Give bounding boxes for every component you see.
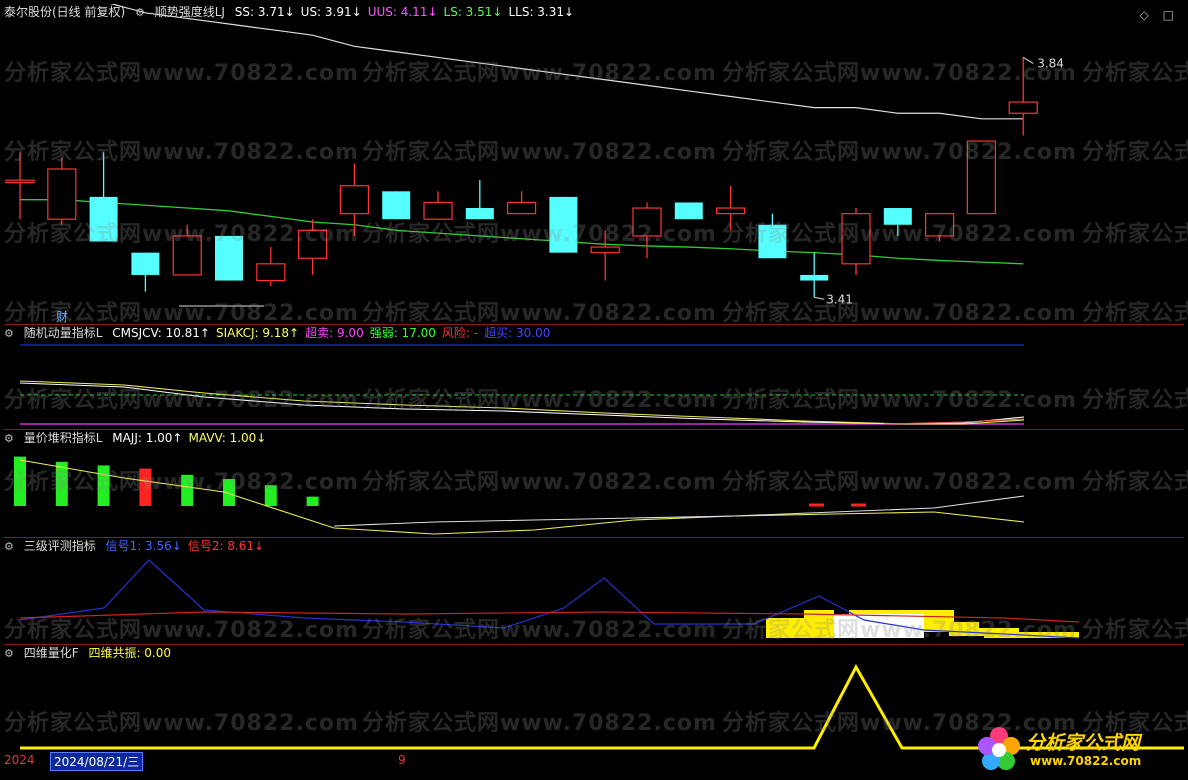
candle-body [549,196,578,253]
volume-bar [97,465,110,506]
candle-body [590,246,620,254]
main-chart-panel[interactable]: 泰尔股份(日线 前复权) ⚙ 顺势强度线LJ SS: 3.71↓ US: 3.91… [4,4,1184,325]
low-pointer [814,296,825,300]
majj-line [333,495,1025,527]
candle-body [465,208,494,220]
candle-body [298,229,328,259]
volume-price-header: ⚙ 量价堆积指标L MAJJ: 1.00↑ MAVV: 1.00↓ [4,430,278,446]
square-icon[interactable]: □ [1163,8,1174,22]
three-level-panel[interactable]: ⚙ 三级评测指标 信号1: 3.56↓ 信号2: 8.61↓ [4,538,1184,645]
four-dim-header: ⚙ 四维量化F 四维共振: 0.00 [4,645,183,661]
stochastic-item: SIAKCJ: 9.18↑ [215,326,300,340]
volume-bar [139,468,152,506]
volume-price-panel[interactable]: ⚙ 量价堆积指标L MAJJ: 1.00↑ MAVV: 1.00↓ [4,430,1184,538]
logo-name: 分析家公式网 [1026,732,1141,754]
indicator-name[interactable]: 顺势强度线LJ [155,5,225,19]
volume-price-item: MAJJ: 1.00↑ [112,431,183,445]
high-price-label: 3.84 [1037,56,1064,70]
main-indicator-item: SS: 3.71↓ [234,5,295,19]
candle-body [966,140,997,215]
stochastic-name[interactable]: 随机动量指标L [24,326,103,340]
mavv-line [19,459,1025,535]
four-dim-name[interactable]: 四维量化F [24,646,79,660]
main-indicator-item: LS: 3.51↓ [443,5,503,19]
finance-marker[interactable]: 财 [56,308,68,324]
gear-icon[interactable]: ⚙ [4,432,14,445]
candle-body [423,201,453,220]
signal-block-white [834,614,924,638]
stochastic-item: 超卖: 9.00 [305,326,364,340]
stochastic-item: 强弱: 17.00 [369,326,436,340]
status-year: 2024 [4,753,35,767]
candle-body [215,235,243,281]
volume-bar [14,456,26,506]
gear-icon[interactable]: ⚙ [4,647,14,660]
candle-body [89,196,118,242]
gear-icon[interactable]: ⚙ [4,540,14,553]
white-trend-line [109,4,1024,120]
stochastic-item: 超买: 30.00 [484,326,551,340]
candle-body [715,207,746,215]
volume-price-name[interactable]: 量价堆积指标L [24,431,103,445]
candle-body [758,224,787,259]
volume-price-chart [14,456,1025,535]
status-number: 9 [398,753,406,767]
candle-body [172,235,202,276]
candle-body [674,202,703,220]
high-pointer [1022,57,1034,64]
candle-body [256,263,286,282]
candlestick-chart: 3.84 3.41 [5,4,1064,307]
three-level-name[interactable]: 三级评测指标 [24,539,96,553]
candle-body [883,208,912,225]
candle-body [131,252,160,275]
candle-body [1008,101,1038,114]
logo-url: www.70822.com [1030,754,1142,768]
candle-body [507,201,537,215]
flower-icon [978,727,1020,770]
candle-body [841,213,871,265]
stochastic-item: CMSJCV: 10.81↑ [112,326,210,340]
main-panel-header: 泰尔股份(日线 前复权) ⚙ 顺势强度线LJ SS: 3.71↓ US: 3.91… [4,4,586,20]
four-dim-item: 四维共振: 0.00 [88,646,172,660]
candle-body [800,274,829,281]
diamond-icon[interactable]: ◇ [1140,8,1149,22]
signal-block [766,618,804,638]
corner-icons: ◇ □ [1130,8,1174,22]
low-price-label: 3.41 [826,292,853,306]
candle-body [5,179,35,184]
site-logo: 分析家公式网 www.70822.com [974,724,1174,774]
main-indicator-item: LLS: 3.31↓ [508,5,575,19]
stochastic-item: 风险: - [441,326,479,340]
main-indicator-item: UUS: 4.11↓ [367,5,438,19]
sia-line [19,380,1025,425]
candle-body [632,207,662,237]
volume-bar [181,474,194,506]
volume-bar [264,485,277,506]
volume-bar [306,496,319,506]
stock-title[interactable]: 泰尔股份(日线 前复权) [4,5,125,19]
candle-body [47,168,77,220]
candle-body [382,191,411,220]
main-indicator-item: US: 3.91↓ [300,5,362,19]
three-level-item: 信号1: 3.56↓ [105,539,182,553]
three-level-header: ⚙ 三级评测指标 信号1: 3.56↓ 信号2: 8.61↓ [4,538,276,554]
volume-price-item: MAVV: 1.00↓ [188,431,267,445]
gear-icon[interactable]: ⚙ [135,6,145,19]
stochastic-header: ⚙ 随机动量指标L CMSJCV: 10.81↑ SIAKCJ: 9.18↑ 超卖:… [4,325,562,341]
candle-body [339,185,369,215]
three-level-item: 信号2: 8.61↓ [187,539,265,553]
stochastic-panel[interactable]: ⚙ 随机动量指标L CMSJCV: 10.81↑ SIAKCJ: 9.18↑ 超卖:… [4,325,1184,430]
status-date[interactable]: 2024/08/21/三 [50,752,144,771]
candle-body [924,213,955,237]
gear-icon[interactable]: ⚙ [4,327,14,340]
